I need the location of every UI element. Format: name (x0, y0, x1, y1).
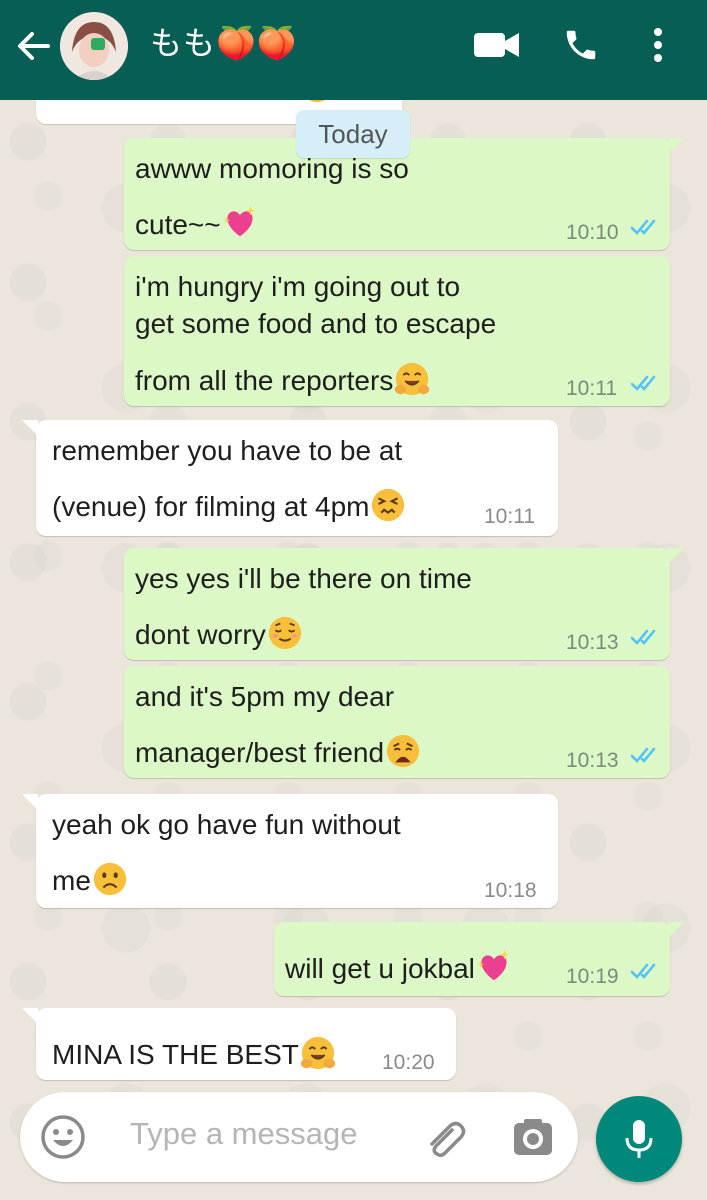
message-bubble-incoming[interactable]: MINA IS THE BEST 10:20 (22, 1008, 456, 1080)
message-time: 10:19 (566, 965, 619, 988)
read-ticks-icon (630, 747, 656, 763)
message-time: 10:20 (382, 1051, 435, 1074)
message-line: i'm hungry i'm going out to (135, 271, 461, 302)
message-line: yes yes i'll be there on time (135, 563, 472, 594)
message-line-with-emoji: MINA IS THE BEST (52, 1034, 337, 1073)
message-line: will get u jokbal (285, 953, 475, 984)
message-line: manager/best friend (135, 737, 385, 768)
hugging-face-emoji-icon (300, 1036, 335, 1070)
date-divider: Today (296, 110, 410, 158)
message-time: 10:11 (484, 505, 535, 528)
mic-icon (625, 1120, 653, 1158)
message-line-with-emoji: cute~~ (135, 204, 259, 243)
attach-icon[interactable] (422, 1116, 468, 1167)
relieved-face-emoji-icon (268, 616, 301, 650)
more-vert-icon[interactable] (652, 26, 664, 69)
message-line: get some food and to escape (135, 308, 497, 339)
message-line: dont worry (135, 619, 266, 650)
avatar[interactable] (60, 12, 128, 80)
message-line: (venue) for filming at 4pm (52, 491, 370, 522)
read-ticks-icon (630, 629, 656, 645)
message-line: yeah ok go have fun without (52, 809, 401, 840)
message-line: me (52, 865, 91, 896)
message-line-with-emoji: from all the reporters (135, 360, 431, 399)
message-composer[interactable]: Type a message (20, 1092, 578, 1182)
camera-icon[interactable] (512, 1116, 554, 1163)
message-line: and it's 5pm my dear (135, 681, 395, 712)
message-line-with-emoji: dont worry (135, 614, 304, 653)
message-input[interactable]: Type a message (130, 1116, 357, 1152)
bubble-tail (22, 1008, 38, 1024)
bubble-tail (22, 420, 38, 436)
bubble-tail (668, 548, 684, 564)
message-line-with-emoji: me (52, 860, 129, 899)
phone-icon[interactable] (562, 26, 600, 69)
contact-name[interactable]: もも🍑🍑 (150, 18, 298, 64)
read-ticks-icon (630, 963, 656, 979)
frowning-face-emoji-icon (93, 862, 127, 896)
message-line-with-emoji: manager/best friend (135, 732, 422, 771)
sparkling-heart-emoji-icon (223, 205, 255, 237)
message-bubble-incoming[interactable]: remember you have to be at (venue) for f… (22, 420, 558, 536)
message-time: 10:10 (566, 221, 619, 244)
bubble-tail (668, 138, 684, 154)
message-bubble-outgoing[interactable]: i'm hungry i'm going out to get some foo… (124, 256, 670, 406)
message-line-with-emoji: (venue) for filming at 4pm (52, 486, 407, 525)
message-line-with-emoji: will get u jokbal (285, 948, 513, 987)
message-line: cute~~ (135, 209, 221, 240)
message-bubble-outgoing[interactable]: yes yes i'll be there on time dont worry… (124, 548, 684, 660)
sparkling-heart-emoji-icon (477, 949, 510, 981)
read-ticks-icon (630, 219, 656, 235)
video-call-icon[interactable] (474, 30, 520, 65)
persevering-face-emoji-icon (372, 488, 405, 522)
read-ticks-icon (630, 375, 656, 391)
message-time: 10:11 (566, 377, 617, 400)
chat-header: もも🍑🍑 (0, 0, 707, 100)
message-bubble-outgoing[interactable]: will get u jokbal 10:19 (274, 922, 684, 996)
mic-button[interactable] (596, 1096, 682, 1182)
weary-face-emoji-icon (386, 734, 420, 768)
message-bubble-incoming[interactable]: yeah ok go have fun without me 10:18 (22, 794, 558, 908)
message-line: MINA IS THE BEST (52, 1039, 299, 1070)
message-bubble-outgoing[interactable]: and it's 5pm my dear manager/best friend… (124, 666, 670, 778)
message-time: 10:13 (566, 631, 619, 654)
bubble-tail (668, 922, 684, 938)
message-time: 10:13 (566, 749, 619, 772)
back-arrow-icon[interactable] (14, 28, 54, 64)
message-time: 10:18 (484, 879, 537, 902)
bubble-tail (22, 794, 38, 810)
emoji-icon[interactable] (40, 1114, 86, 1165)
message-line: from all the reporters (135, 365, 394, 396)
hugging-face-emoji-icon (395, 362, 430, 396)
message-line: remember you have to be at (52, 435, 403, 466)
